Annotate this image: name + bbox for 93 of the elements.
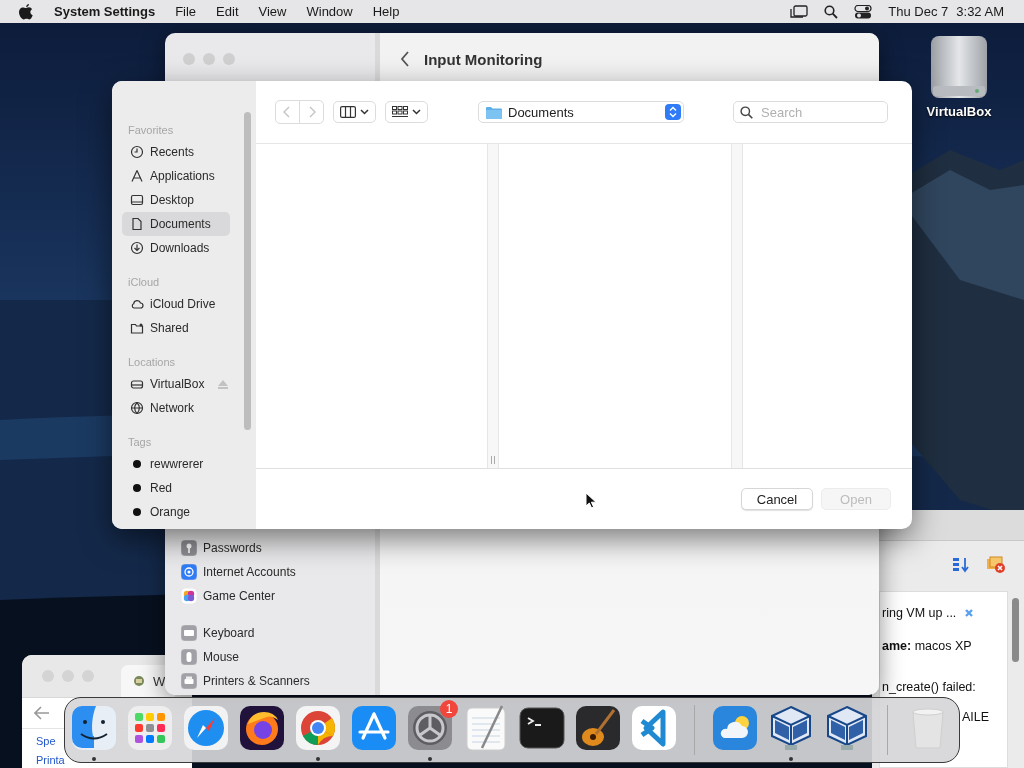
app-menu[interactable]: System Settings (54, 4, 156, 19)
drive-icon[interactable] (929, 34, 989, 100)
sidebar-item[interactable]: Keyboard (203, 626, 255, 640)
sidebar-heading: Tags (127, 435, 153, 450)
tag-dot-icon (130, 457, 144, 471)
close-icon[interactable] (964, 608, 975, 618)
windows-icon[interactable] (790, 4, 809, 19)
sort-icon[interactable] (952, 556, 970, 574)
window-title: Input Monitoring (424, 50, 543, 68)
search-field[interactable]: Search (733, 101, 888, 123)
message-text: AILE (962, 710, 990, 724)
message-text: ring VM up ... (882, 606, 957, 620)
cancel-button[interactable]: Cancel (741, 488, 813, 510)
weather-icon[interactable] (711, 704, 759, 752)
sidebar-item[interactable]: Downloads (122, 236, 230, 260)
printer-icon (181, 673, 197, 689)
menu-item[interactable]: Edit (216, 4, 239, 19)
document-icon (130, 217, 144, 231)
sidebar-item[interactable]: Desktop (122, 188, 230, 212)
grid-icon (392, 106, 408, 118)
folder-icon (486, 105, 502, 119)
gear-icon[interactable] (406, 704, 454, 752)
keyboard-icon (181, 625, 197, 641)
ring-logo-icon[interactable] (294, 704, 342, 752)
clock-icon (130, 145, 144, 159)
app-store-icon[interactable] (350, 704, 398, 752)
search-icon[interactable] (824, 4, 839, 19)
scrollbar[interactable] (244, 112, 251, 430)
sidebar-item[interactable]: Shared (122, 316, 230, 340)
back-arrow-icon[interactable] (34, 706, 50, 720)
message-text: n_create() failed: (882, 680, 976, 694)
group-button[interactable] (385, 101, 428, 123)
key-icon (181, 540, 197, 556)
menu-item[interactable]: Help (372, 4, 400, 19)
download-icon (130, 241, 144, 255)
message-text: ame: macos XP (882, 639, 972, 653)
sidebar-item[interactable]: Printers & Scanners (203, 674, 310, 688)
chevron-down-icon (412, 109, 421, 115)
sidebar-item[interactable]: Mouse (203, 650, 240, 664)
resize-handle-icon[interactable] (490, 456, 496, 464)
back-icon[interactable] (400, 51, 410, 67)
sidebar-item[interactable]: Applications (122, 164, 230, 188)
site-icon (133, 675, 145, 687)
tag-dot-icon (130, 505, 144, 519)
compass-icon[interactable] (182, 704, 230, 752)
bubbles-icon (181, 588, 197, 604)
scrollbar[interactable] (1012, 598, 1019, 662)
menu-item[interactable]: View (258, 4, 287, 19)
columns-icon (340, 106, 356, 118)
sidebar-item[interactable]: Orange (122, 500, 230, 524)
sidebar-item[interactable]: Network (122, 396, 230, 420)
menu-item[interactable]: File (175, 4, 197, 19)
tag-dot-icon (130, 481, 144, 495)
sidebar-item[interactable]: Game Center (203, 589, 276, 603)
sidebar-item[interactable]: Passwords (203, 541, 262, 555)
close-all-icon[interactable] (986, 556, 1006, 574)
sidebar-item[interactable]: Documents (122, 212, 230, 236)
drive-icon (130, 377, 144, 391)
chevron-down-icon (360, 109, 369, 115)
sidebar-item[interactable]: Recents (122, 140, 230, 164)
notification-badge: 1 (440, 700, 458, 718)
code-editor-icon[interactable] (630, 704, 678, 752)
sidebar-heading: Locations (127, 355, 177, 370)
menu-item[interactable]: Window (306, 4, 353, 19)
clock-date[interactable]: Thu Dec 7 (888, 4, 949, 19)
stepper-icon (665, 104, 681, 120)
sidebar-heading: Favorites (127, 123, 175, 138)
sidebar-item[interactable]: Red (122, 476, 230, 500)
clock-time[interactable]: 3:32 AM (956, 4, 1004, 19)
sidebar-item[interactable]: Internet Accounts (203, 565, 296, 579)
smiling-face-icon[interactable] (70, 704, 118, 752)
apple-logo-icon[interactable] (19, 3, 33, 20)
guitar-icon[interactable] (574, 704, 622, 752)
terminal-icon[interactable] (518, 704, 566, 752)
view-button[interactable] (333, 101, 376, 123)
globe-icon (130, 401, 144, 415)
sidebar-item[interactable]: VirtualBox (122, 372, 230, 396)
monitor-icon (130, 193, 144, 207)
search-icon (740, 106, 753, 119)
compass-tool-icon (130, 169, 144, 183)
desktop-icon-label: VirtualBox (926, 104, 992, 119)
cursor-icon (585, 492, 596, 509)
folder-person-icon (130, 321, 144, 335)
sidebar-item[interactable]: iCloud Drive (122, 292, 230, 316)
mouse-icon (181, 649, 197, 665)
sidebar-heading: iCloud (127, 275, 161, 290)
page-link[interactable]: Spe (36, 735, 56, 747)
cloud-icon (130, 297, 144, 311)
location-popup[interactable]: Documents (478, 101, 684, 123)
sidebar-item[interactable]: rewwrerer (122, 452, 230, 476)
page-link[interactable]: Printa (36, 754, 65, 766)
app-grid-icon[interactable] (126, 704, 174, 752)
toggles-icon[interactable] (854, 4, 873, 19)
